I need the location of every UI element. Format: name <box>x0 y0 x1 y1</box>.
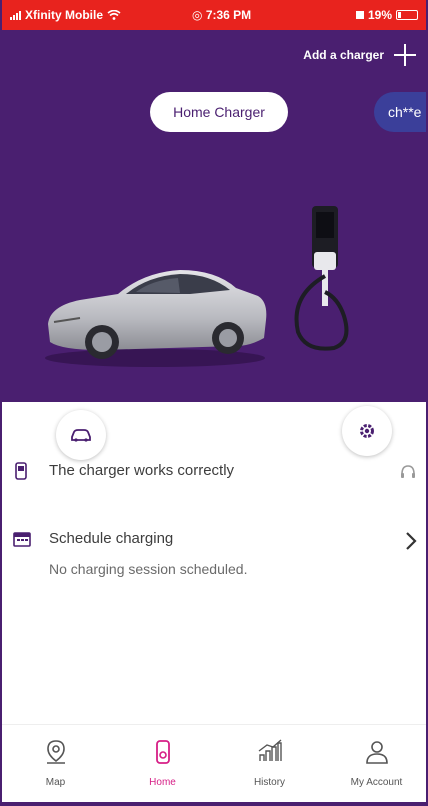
chevron-right-icon <box>406 532 417 550</box>
gear-icon <box>360 424 374 438</box>
nav-label: Home <box>149 777 176 788</box>
headset-icon[interactable] <box>398 462 418 482</box>
charger-tab-label: Home Charger <box>173 104 265 120</box>
battery-percent: 19% <box>367 8 392 22</box>
status-bar: Xfinity Mobile ◎ 7:36 PM 19% <box>2 0 426 30</box>
alarm-icon: ◎ <box>192 8 206 22</box>
charger-tab-label: ch**e <box>388 104 422 120</box>
car-icon <box>71 429 91 442</box>
map-pin-icon <box>46 740 65 764</box>
charger-status-text: The charger works correctly <box>49 462 235 479</box>
charger-tab-other[interactable]: ch**e <box>374 92 426 132</box>
charger-hero: Add a charger Home Charger ch**e <box>2 30 426 460</box>
add-charger-button[interactable]: Add a charger <box>303 44 416 66</box>
nav-label: My Account <box>350 777 403 788</box>
charger-settings-button[interactable] <box>342 406 392 456</box>
schedule-title: Schedule charging <box>49 530 174 547</box>
vehicle-button[interactable] <box>56 410 106 460</box>
charger-tab-home[interactable]: Home Charger <box>150 92 288 132</box>
calendar-icon <box>13 532 31 547</box>
signal-icon <box>10 10 21 20</box>
nav-item-history[interactable]: History <box>216 725 323 802</box>
carrier-name: Xfinity Mobile <box>25 8 103 22</box>
wifi-icon <box>107 10 121 20</box>
schedule-subtitle: No charging session scheduled. <box>49 561 248 577</box>
nav-item-account[interactable]: My Account <box>323 725 426 802</box>
nav-label: Map <box>45 777 66 788</box>
plus-icon <box>394 44 416 66</box>
charger-status-row[interactable]: The charger works correctly <box>2 456 426 486</box>
time-text: 7:36 PM <box>205 8 252 22</box>
schedule-charging-row[interactable]: Schedule charging No charging session sc… <box>2 524 426 584</box>
nav-label: History <box>253 777 286 788</box>
lock-icon <box>355 11 364 19</box>
wall-charger-illustration <box>294 206 349 351</box>
battery-icon <box>396 10 418 20</box>
clock: ◎ 7:36 PM <box>192 8 251 22</box>
car-illustration <box>45 270 267 367</box>
chart-icon <box>258 739 282 761</box>
charger-icon <box>155 740 170 764</box>
add-charger-label: Add a charger <box>303 48 384 62</box>
nav-item-home[interactable]: Home <box>109 725 216 802</box>
charger-status-icon <box>15 462 27 480</box>
carrier-info: Xfinity Mobile <box>10 8 121 22</box>
person-icon <box>365 741 388 764</box>
app-screen: Xfinity Mobile ◎ 7:36 PM 19% Add a charg… <box>0 0 428 806</box>
nav-item-map[interactable]: Map <box>2 725 109 802</box>
bottom-nav: Map Home History My Account <box>2 724 426 802</box>
battery-info: 19% <box>355 8 418 22</box>
